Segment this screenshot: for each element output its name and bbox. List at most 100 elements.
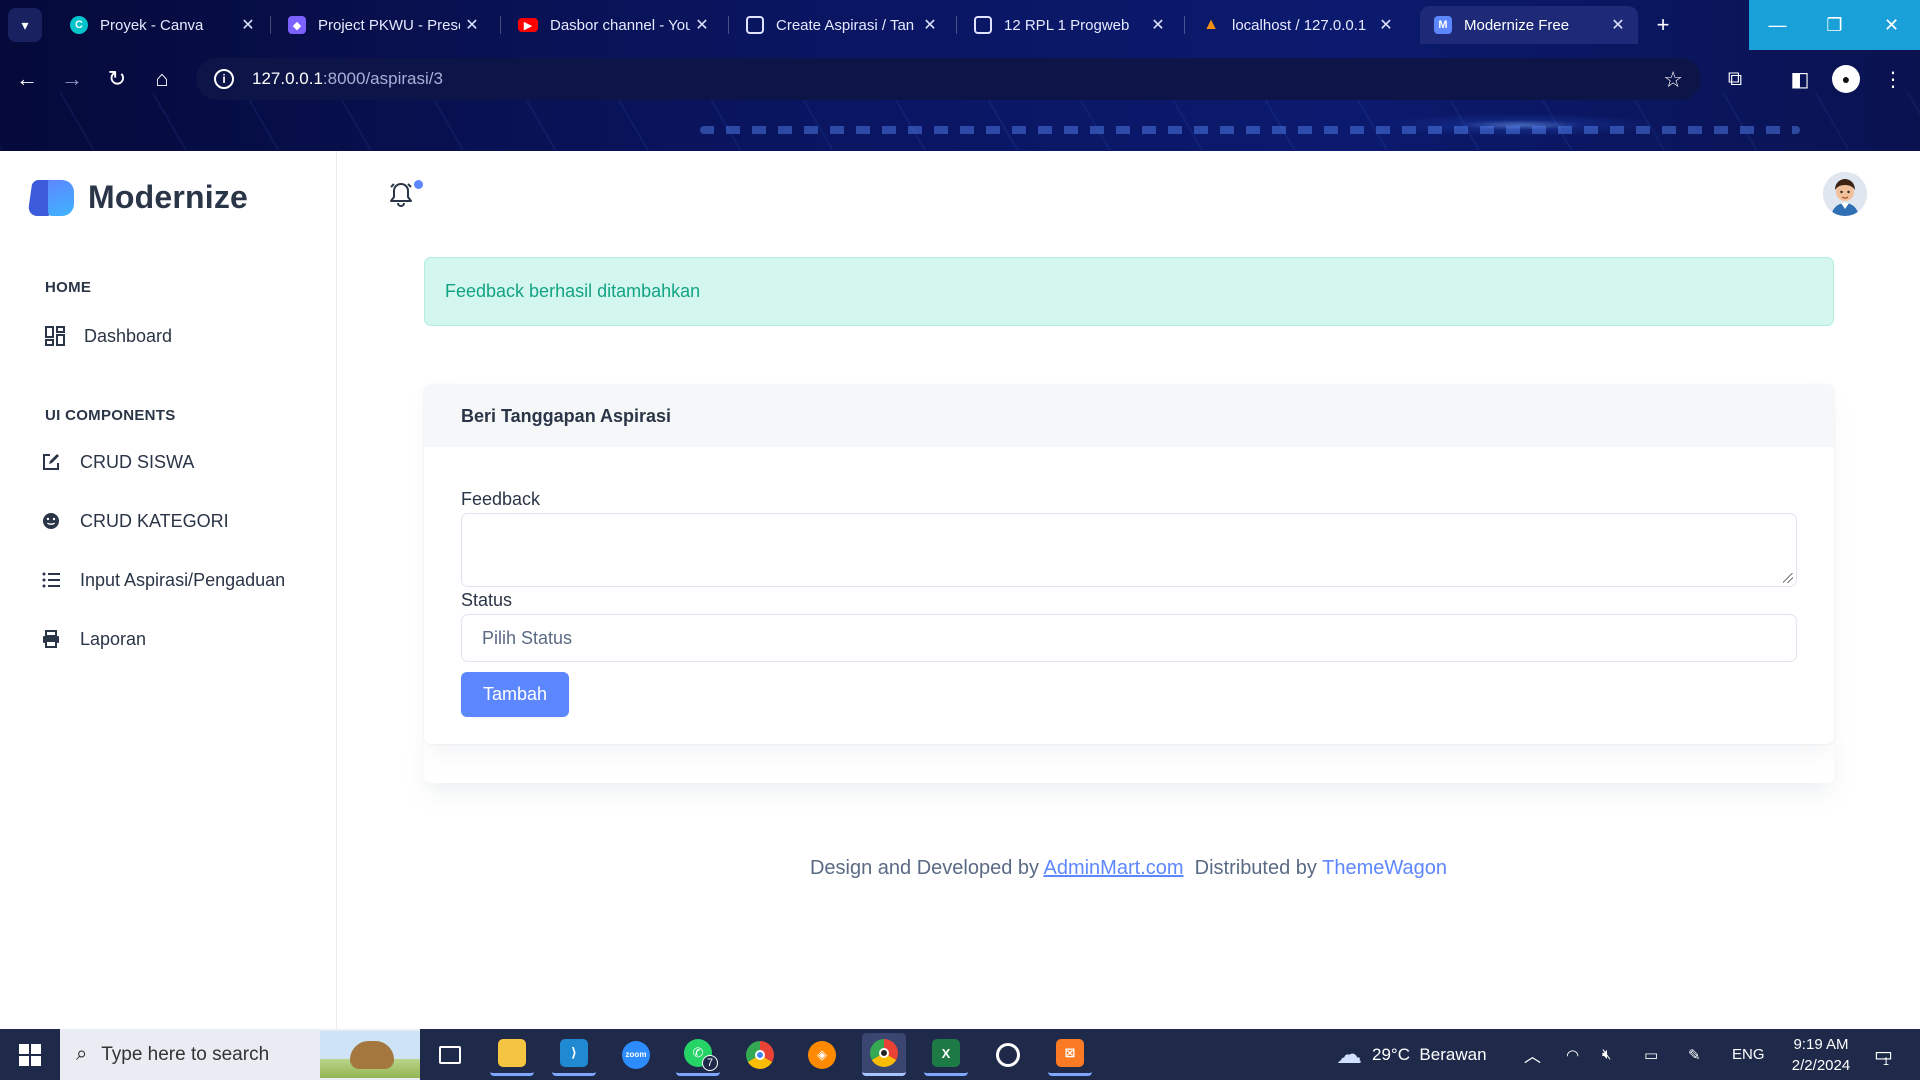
top-header: [337, 151, 1920, 241]
whatsapp-icon[interactable]: ✆ 7: [676, 1033, 720, 1076]
tab-youtube[interactable]: ▶ Dasbor channel - You ✕: [504, 6, 722, 44]
taskbar-search[interactable]: ⌕ Type here to search: [60, 1029, 420, 1080]
extensions-icon[interactable]: ⧉: [1718, 62, 1752, 96]
footer-text: Distributed by: [1194, 857, 1323, 879]
tab-title: 12 RPL 1 Progweb: [1004, 16, 1130, 34]
tab-modernize[interactable]: M Modernize Free ✕: [1420, 6, 1638, 44]
sidebar-item-dashboard[interactable]: Dashboard: [44, 325, 172, 347]
notification-center[interactable]: ▭ 1: [1874, 1029, 1893, 1080]
mood-icon: [40, 510, 62, 532]
reload-button[interactable]: ↻: [100, 62, 134, 96]
volume-muted-icon[interactable]: 🔇︎: [1602, 1029, 1611, 1080]
brand-logo[interactable]: Modernize: [27, 179, 249, 216]
web-page: Modernize HOME Dashboard UI COMPONENTS C…: [0, 151, 1920, 1029]
address-bar[interactable]: i 127.0.0.1:8000/aspirasi/3 ☆: [196, 58, 1701, 100]
page-icon: [974, 16, 992, 34]
bookmark-star-icon[interactable]: ☆: [1663, 67, 1683, 93]
youtube-icon: ▶: [518, 18, 538, 32]
tab-separator: [956, 16, 957, 34]
browser-menu-icon[interactable]: ⋮: [1876, 62, 1910, 96]
show-hidden-icons[interactable]: ︿: [1524, 1029, 1541, 1080]
nav-caption-home: HOME: [45, 279, 92, 296]
site-info-icon[interactable]: i: [214, 69, 234, 89]
close-tab-icon[interactable]: ✕: [1606, 15, 1630, 35]
system-clock[interactable]: 9:19 AM 2/2/2024: [1766, 1034, 1876, 1076]
tab-pkwu[interactable]: ◆ Project PKWU - Prese ✕: [274, 6, 492, 44]
feedback-form-card: Beri Tanggapan Aspirasi Feedback Status …: [424, 385, 1834, 744]
file-explorer-icon[interactable]: [490, 1033, 534, 1076]
obs-icon[interactable]: [986, 1033, 1030, 1076]
sidebar-item-crud-siswa[interactable]: CRUD SISWA: [40, 451, 194, 473]
tab-strip: ▾ C Proyek - Canva ✕ ◆ Project PKWU - Pr…: [0, 0, 1920, 50]
tab-separator: [500, 16, 501, 34]
sidebar-item-laporan[interactable]: Laporan: [40, 628, 146, 650]
tab-progweb[interactable]: 12 RPL 1 Progweb ✕: [960, 6, 1178, 44]
pen-icon[interactable]: ✎: [1688, 1029, 1701, 1080]
forward-button[interactable]: →: [55, 62, 89, 96]
brand-name: Modernize: [88, 179, 249, 215]
language-indicator[interactable]: ENG: [1732, 1029, 1765, 1080]
close-tab-icon[interactable]: ✕: [1374, 15, 1398, 35]
zoom-icon[interactable]: zoom: [614, 1033, 658, 1076]
sidebar-item-crud-kategori[interactable]: CRUD KATEGORI: [40, 510, 229, 532]
notification-bell-icon[interactable]: [389, 181, 415, 211]
modernize-logo-icon: [27, 179, 74, 216]
slides-icon: ◆: [288, 16, 306, 34]
tab-separator: [1184, 16, 1185, 34]
vscode-icon[interactable]: ⟩: [552, 1033, 596, 1076]
url-host: 127.0.0.1: [252, 69, 323, 88]
theme-background-circuit: [700, 126, 1800, 134]
windows-logo-icon: [19, 1043, 41, 1066]
page-icon: [746, 16, 764, 34]
status-selected-value: Pilih Status: [482, 627, 573, 648]
close-tab-icon[interactable]: ✕: [918, 15, 942, 35]
task-view-icon[interactable]: [428, 1033, 472, 1076]
weather-widget[interactable]: ☁ 29°C Berawan: [1336, 1029, 1487, 1080]
sidebar-item-label: CRUD KATEGORI: [80, 510, 229, 531]
success-alert: Feedback berhasil ditambahkan: [424, 257, 1834, 326]
xampp-icon[interactable]: ⊠: [1048, 1033, 1092, 1076]
browser-toolbar: ← → ↻ ⌂ i 127.0.0.1:8000/aspirasi/3 ☆ ⧉ …: [0, 58, 1920, 100]
new-tab-button[interactable]: +: [1648, 10, 1678, 40]
chrome-icon[interactable]: [738, 1033, 782, 1076]
minimize-button[interactable]: —: [1749, 0, 1806, 50]
tab-separator: [728, 16, 729, 34]
chevron-up-icon: ︿: [1524, 1047, 1541, 1066]
tab-phpmyadmin[interactable]: ▲ localhost / 127.0.0.1 ✕: [1188, 6, 1406, 44]
tab-search-button[interactable]: ▾: [8, 8, 42, 42]
sidebar-item-label: CRUD SISWA: [80, 451, 195, 472]
close-tab-icon[interactable]: ✕: [236, 15, 260, 35]
tab-title: Create Aspirasi / Tan: [776, 16, 915, 34]
close-tab-icon[interactable]: ✕: [460, 15, 484, 35]
chrome-profile-icon[interactable]: [862, 1033, 906, 1076]
back-button[interactable]: ←: [10, 62, 44, 96]
phpmyadmin-icon: ▲: [1203, 16, 1219, 33]
status-select[interactable]: Pilih Status: [461, 614, 1797, 662]
tambah-button[interactable]: Tambah: [461, 672, 569, 717]
windows-taskbar: ⌕ Type here to search ⟩ zoom ✆ 7 ◈ X ⊠ ☁…: [0, 1029, 1920, 1080]
network-icon[interactable]: ◠: [1566, 1029, 1579, 1080]
user-avatar[interactable]: [1823, 172, 1867, 216]
themewagon-link[interactable]: ThemeWagon: [1322, 857, 1447, 879]
resize-handle-icon[interactable]: [1783, 573, 1793, 583]
card-title: Beri Tanggapan Aspirasi: [424, 385, 1834, 447]
close-tab-icon[interactable]: ✕: [1146, 15, 1170, 35]
close-tab-icon[interactable]: ✕: [690, 15, 714, 35]
start-button[interactable]: [0, 1029, 60, 1080]
home-button[interactable]: ⌂: [145, 62, 179, 96]
sidebar: Modernize HOME Dashboard UI COMPONENTS C…: [0, 151, 337, 1029]
github-profile-icon[interactable]: ●: [1832, 65, 1860, 93]
close-window-button[interactable]: ✕: [1863, 0, 1920, 50]
excel-icon[interactable]: X: [924, 1033, 968, 1076]
feedback-textarea[interactable]: [461, 513, 1797, 587]
search-placeholder: Type here to search: [101, 1043, 270, 1065]
tab-canva[interactable]: C Proyek - Canva ✕: [56, 6, 268, 44]
restore-button[interactable]: ❐: [1806, 0, 1863, 50]
brave-icon[interactable]: ◈: [800, 1033, 844, 1076]
battery-icon[interactable]: ▭: [1644, 1029, 1658, 1080]
tab-create-aspirasi[interactable]: Create Aspirasi / Tan ✕: [732, 6, 950, 44]
sidebar-item-input-aspirasi[interactable]: Input Aspirasi/Pengaduan: [40, 569, 285, 591]
sidebar-item-label: Input Aspirasi/Pengaduan: [80, 569, 286, 590]
side-panel-icon[interactable]: ◧: [1783, 62, 1817, 96]
adminmart-link[interactable]: AdminMart.com: [1043, 857, 1183, 879]
